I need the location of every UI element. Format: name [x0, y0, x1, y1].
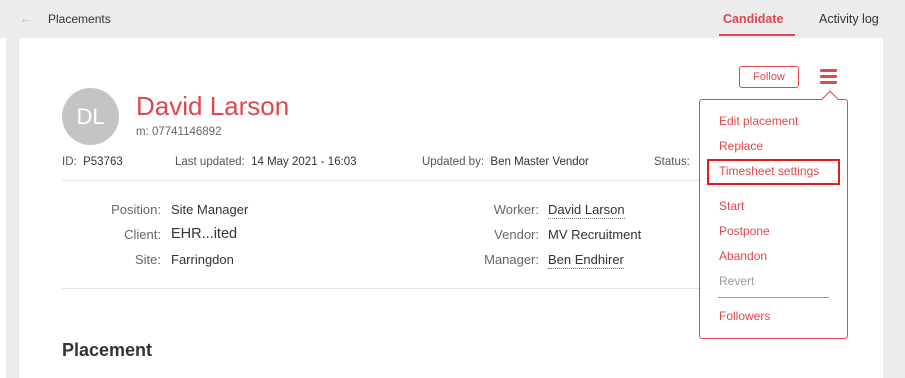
status-label: Status: — [654, 156, 690, 168]
divider — [62, 288, 702, 289]
breadcrumb[interactable]: Placements — [48, 12, 111, 26]
updated-by-value: Ben Master Vendor — [490, 156, 589, 168]
vendor-value: MV Recruitment — [548, 227, 642, 242]
section-title-placement: Placement — [62, 340, 153, 360]
candidate-mobile: m: 07741146892 — [136, 126, 222, 138]
tab-candidate[interactable]: Candidate — [723, 12, 783, 26]
candidate-name: David Larson — [136, 91, 290, 121]
site-value: Farringdon — [171, 252, 234, 267]
menu-item-edit-placement[interactable]: Edit placement — [719, 114, 798, 128]
menu-item-start[interactable]: Start — [719, 199, 744, 213]
meta-id: ID: P53763 — [62, 156, 123, 168]
menu-item-replace[interactable]: Replace — [719, 139, 763, 153]
meta-last-updated: Last updated: 14 May 2021 - 16:03 — [175, 156, 357, 168]
manager-link[interactable]: Ben Endhirer — [548, 252, 624, 269]
last-updated-value: 14 May 2021 - 16:03 — [251, 156, 357, 168]
client-value: EHR...ited — [171, 226, 238, 242]
worker-label: Worker: — [493, 202, 539, 217]
position-label: Position: — [111, 202, 161, 217]
follow-button[interactable]: Follow — [739, 66, 799, 88]
position-value: Site Manager — [171, 202, 249, 217]
divider — [62, 180, 702, 181]
meta-updated-by: Updated by: Ben Master Vendor — [422, 156, 589, 168]
vendor-label: Vendor: — [494, 227, 539, 242]
tab-activity-log[interactable]: Activity log — [819, 12, 879, 26]
actions-dropdown — [699, 99, 848, 339]
menu-item-postpone[interactable]: Postpone — [719, 224, 770, 238]
id-value: P53763 — [83, 156, 123, 168]
side-panel-edge — [0, 38, 6, 378]
active-tab-indicator — [719, 34, 795, 36]
updated-by-label: Updated by: — [422, 156, 485, 168]
client-label: Client: — [124, 227, 161, 242]
hamburger-menu-icon[interactable] — [820, 69, 837, 85]
menu-item-followers[interactable]: Followers — [719, 309, 770, 323]
menu-item-abandon[interactable]: Abandon — [719, 249, 767, 263]
back-arrow-icon[interactable]: ← — [19, 10, 33, 26]
meta-status: Status: — [654, 156, 690, 168]
menu-separator — [718, 297, 829, 298]
menu-item-revert: Revert — [719, 274, 755, 288]
site-label: Site: — [134, 252, 161, 267]
top-bar: ← Placements Candidate Activity log — [0, 0, 905, 37]
last-updated-label: Last updated: — [175, 156, 245, 168]
highlight-annotation — [707, 159, 840, 185]
avatar: DL — [62, 88, 119, 145]
worker-link[interactable]: David Larson — [548, 202, 625, 219]
manager-label: Manager: — [484, 252, 539, 267]
id-label: ID: — [62, 156, 77, 168]
